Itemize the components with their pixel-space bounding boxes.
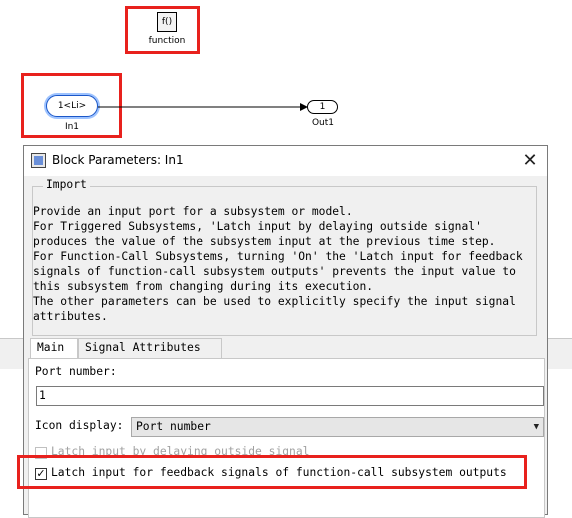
outport-label: Out1	[311, 118, 335, 128]
description-line: this subsystem from changing during its …	[33, 280, 374, 293]
description-line: attributes.	[33, 310, 108, 323]
icon-display-select[interactable]: Port number ▼	[131, 417, 544, 437]
signal-line[interactable]	[98, 100, 310, 114]
inport-label: In1	[64, 122, 80, 132]
description-line: signals of function-call subsystem outpu…	[33, 265, 516, 278]
inport-block[interactable]: 1<Li>	[46, 95, 98, 117]
description-line: produces the value of the subsystem inpu…	[33, 235, 496, 248]
main-tab-panel: Port number: 1 Icon display: Port number…	[28, 358, 545, 518]
dialog-title: Block Parameters: In1	[52, 153, 184, 167]
dialog-titlebar[interactable]: Block Parameters: In1 ✕	[24, 146, 547, 176]
group-title: Import	[43, 178, 90, 191]
port-number-label: Port number:	[35, 365, 117, 378]
description-line: For Triggered Subsystems, 'Latch input b…	[33, 220, 482, 233]
tab-signal-attributes[interactable]: Signal Attributes	[78, 338, 222, 358]
description-line: Provide an input port for a subsystem or…	[33, 205, 353, 218]
icon-display-label: Icon display:	[35, 419, 124, 432]
outport-block[interactable]: 1	[307, 100, 338, 114]
canvas-scroll-strip-left	[0, 338, 23, 369]
function-block-label: function	[148, 36, 186, 46]
function-block[interactable]: f()	[157, 12, 177, 32]
highlight-box-latch-feedback	[17, 455, 527, 489]
block-description: Provide an input port for a subsystem or…	[33, 204, 538, 324]
canvas-scroll-strip-right	[548, 338, 572, 369]
tab-main[interactable]: Main	[30, 338, 78, 359]
block-parameters-icon	[31, 153, 46, 168]
icon-display-value: Port number	[136, 420, 211, 433]
description-line: For Function-Call Subsystems, turning 'O…	[33, 250, 523, 263]
description-line: The other parameters can be used to expl…	[33, 295, 516, 308]
chevron-down-icon: ▼	[533, 422, 539, 432]
port-number-input[interactable]: 1	[36, 386, 544, 406]
close-icon: ✕	[522, 150, 538, 171]
close-button[interactable]: ✕	[519, 150, 541, 172]
